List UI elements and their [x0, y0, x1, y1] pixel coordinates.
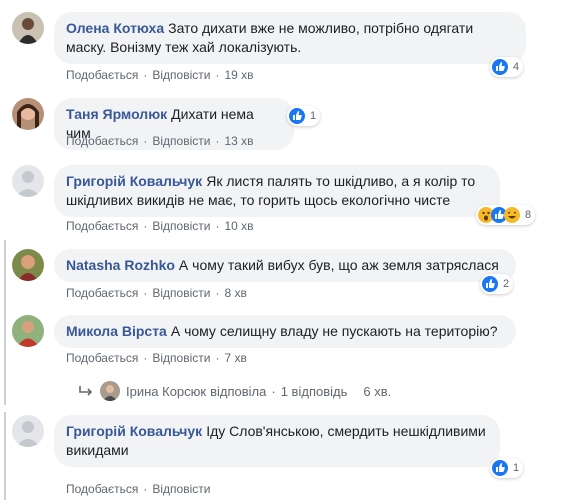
comment-actions: Подобається · Відповісти · 13 хв [66, 134, 254, 148]
comment-bubble: Григорій Ковальчук Іду Слов'янською, смер… [54, 415, 500, 467]
comment-time[interactable]: 7 хв [224, 351, 246, 365]
thread-line [4, 240, 6, 405]
like-link[interactable]: Подобається [66, 68, 138, 82]
like-icon [492, 59, 508, 75]
comment-time[interactable]: 13 хв [224, 134, 253, 148]
like-icon [289, 108, 305, 124]
comment-time[interactable]: 10 хв [224, 219, 253, 233]
avatar[interactable] [12, 165, 44, 197]
like-link[interactable]: Подобається [66, 219, 138, 233]
comment-time[interactable]: 19 хв [224, 68, 253, 82]
reaction-count: 4 [513, 61, 520, 73]
reaction-count: 8 [525, 209, 532, 221]
avatar[interactable] [12, 315, 44, 347]
reply-author[interactable]: Ірина Корсюк [126, 384, 206, 399]
reply-link[interactable]: Відповісти [152, 219, 210, 233]
comment-author[interactable]: Григорій Ковальчук [66, 423, 202, 439]
comment-actions: Подобається · Відповісти · 7 хв [66, 351, 247, 365]
comment-author[interactable]: Григорій Ковальчук [66, 173, 202, 189]
avatar[interactable] [100, 381, 120, 401]
reaction-summary[interactable]: 4 [490, 57, 524, 77]
thread-line [4, 412, 6, 500]
reaction-summary[interactable]: 2 [480, 274, 514, 294]
avatar[interactable] [12, 415, 44, 447]
reply-arrow-icon [78, 384, 94, 398]
reply-time: 6 хв. [363, 383, 392, 399]
reaction-summary[interactable]: 8 [476, 205, 536, 225]
like-link[interactable]: Подобається [66, 482, 138, 496]
comment-bubble: Олена Котюха Зато дихати вже не можливо, … [54, 12, 526, 64]
like-icon [492, 460, 508, 476]
reaction-summary[interactable]: 1 [287, 106, 321, 126]
comment-author[interactable]: Natasha Rozhko [66, 257, 175, 273]
avatar[interactable] [12, 98, 44, 130]
reply-link[interactable]: Відповісти [152, 286, 210, 300]
reaction-summary[interactable]: 1 [490, 458, 524, 478]
comment-text: А чому такий вибух був, що аж земля затр… [178, 257, 499, 273]
avatar[interactable] [12, 249, 44, 281]
reply-link[interactable]: Відповісти [152, 134, 210, 148]
comment-actions: Подобається · Відповісти · 19 хв [66, 68, 254, 82]
comment-actions: Подобається · Відповісти · 8 хв [66, 286, 247, 300]
like-link[interactable]: Подобається [66, 134, 138, 148]
like-link[interactable]: Подобається [66, 286, 138, 300]
comment-time[interactable]: 8 хв [224, 286, 246, 300]
reply-action[interactable]: відповіла [210, 384, 266, 399]
reaction-count: 1 [513, 462, 520, 474]
comment-text: А чому селищну владу не пускають на тери… [170, 323, 498, 339]
reaction-count: 1 [310, 110, 317, 122]
reaction-count: 2 [503, 278, 510, 290]
reply-summary[interactable]: Ірина Корсюк відповіла · 1 відповідь 6 х… [78, 381, 391, 401]
comment-bubble: Микола Вірста А чому селищну владу не пус… [54, 315, 516, 348]
comment-author[interactable]: Таня Ярмолюк [66, 106, 167, 122]
reply-link[interactable]: Відповісти [152, 351, 210, 365]
avatar[interactable] [12, 12, 44, 44]
comment-bubble: Григорій Ковальчук Як листя палять то шкі… [54, 165, 500, 217]
comment-author[interactable]: Микола Вірста [66, 323, 167, 339]
comment-bubble: Natasha Rozhko А чому такий вибух був, що… [54, 249, 516, 282]
reply-count[interactable]: 1 відповідь [281, 384, 348, 399]
comment-actions: Подобається · Відповісти · 10 хв [66, 219, 254, 233]
reply-link[interactable]: Відповісти [152, 482, 210, 496]
like-link[interactable]: Подобається [66, 351, 138, 365]
like-icon [482, 276, 498, 292]
comment-actions: Подобається · Відповісти [66, 482, 211, 496]
comment-author[interactable]: Олена Котюха [66, 20, 164, 36]
reply-link[interactable]: Відповісти [152, 68, 210, 82]
haha-icon [504, 207, 520, 223]
